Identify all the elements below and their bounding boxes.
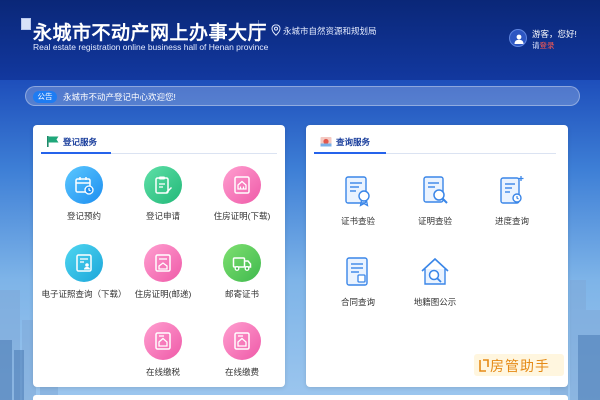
progress-document-icon bbox=[500, 176, 524, 204]
registration-services-panel: 登记服务 登记预约 登记申请 住房证明(下载) 电子证照查询（下载） 住房证明(… bbox=[33, 125, 285, 387]
service-label: 电子证照查询（下载） bbox=[41, 289, 127, 299]
query-label: 进度查询 bbox=[494, 216, 529, 226]
query-panel-title: 查询服务 bbox=[336, 137, 371, 147]
login-link[interactable]: 登录 bbox=[540, 41, 555, 50]
house-search-icon bbox=[421, 257, 449, 285]
service-label: 邮寄证书 bbox=[224, 289, 259, 299]
id-card-icon bbox=[76, 254, 92, 272]
site-subtitle: Real estate registration online business… bbox=[33, 42, 269, 52]
panel-title-underline bbox=[41, 152, 111, 154]
notice-text[interactable]: 永城市不动产登记中心欢迎您! bbox=[63, 91, 176, 103]
contract-icon bbox=[346, 257, 368, 286]
next-section-edge bbox=[33, 395, 568, 400]
query-services-panel: 查询服务 证书查验 证明查验 进度查询 合同查询 地籍图公示 bbox=[306, 125, 568, 387]
notice-bar: 公告 永城市不动产登记中心欢迎您! bbox=[25, 86, 580, 106]
site-logo bbox=[21, 18, 31, 30]
query-folder-icon bbox=[320, 137, 332, 147]
service-label: 在线缴费 bbox=[224, 367, 259, 377]
panel-title-rule bbox=[386, 153, 556, 154]
panel-title-rule bbox=[111, 153, 277, 154]
registration-panel-title: 登记服务 bbox=[63, 137, 98, 147]
fee-house-icon bbox=[234, 332, 250, 350]
user-avatar[interactable] bbox=[509, 29, 527, 47]
certificate-seal-icon bbox=[345, 176, 370, 207]
flag-icon bbox=[47, 136, 59, 147]
watermark-badge: 房管助手 bbox=[474, 354, 564, 376]
watermark-text: 房管助手 bbox=[490, 358, 550, 374]
header-divider bbox=[258, 20, 259, 42]
query-label: 证书查验 bbox=[340, 216, 375, 226]
user-icon bbox=[514, 34, 524, 44]
document-search-icon bbox=[423, 176, 448, 204]
delivery-truck-icon bbox=[232, 257, 252, 271]
service-label: 登记申请 bbox=[145, 211, 180, 221]
login-prefix: 请 bbox=[532, 41, 540, 50]
service-label: 在线缴税 bbox=[145, 367, 180, 377]
query-label: 合同查询 bbox=[340, 297, 375, 307]
service-label: 住房证明(邮递) bbox=[134, 289, 192, 299]
house-mail-icon bbox=[155, 254, 171, 272]
query-label: 地籍图公示 bbox=[413, 297, 457, 307]
service-label: 住房证明(下载) bbox=[213, 211, 271, 221]
clipboard-edit-icon bbox=[155, 176, 172, 194]
service-label: 登记预约 bbox=[66, 211, 101, 221]
notice-tag: 公告 bbox=[33, 91, 57, 103]
house-certificate-icon bbox=[234, 176, 250, 194]
location-text: 永城市自然资源和规划局 bbox=[283, 26, 377, 36]
site-header: 永城市不动产网上办事大厅 Real estate registration on… bbox=[0, 0, 600, 80]
site-title: 永城市不动产网上办事大厅 bbox=[33, 23, 268, 44]
login-prompt: 请登录 bbox=[532, 40, 555, 51]
app-watermark-icon bbox=[479, 359, 489, 372]
calendar-clock-icon bbox=[75, 177, 94, 195]
panel-title-underline bbox=[314, 152, 386, 154]
tax-house-icon bbox=[155, 332, 171, 350]
location-pin-icon bbox=[271, 24, 281, 36]
query-label: 证明查验 bbox=[417, 216, 452, 226]
user-greeting: 游客，您好! bbox=[532, 29, 577, 39]
